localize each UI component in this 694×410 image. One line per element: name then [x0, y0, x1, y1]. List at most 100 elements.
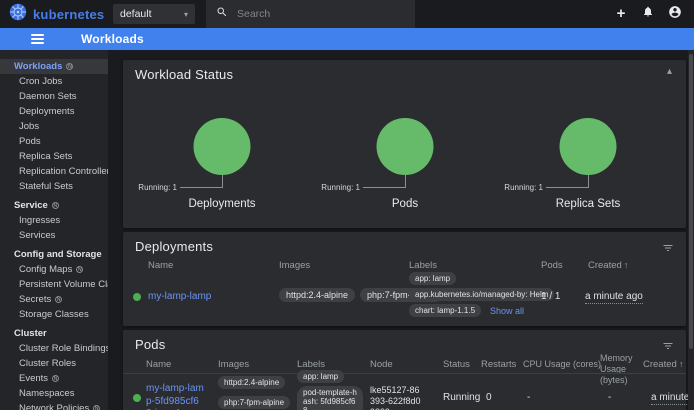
- namespace-value: default: [120, 8, 152, 20]
- kubernetes-wheel-icon: [9, 3, 27, 26]
- sidebar-item-daemon-sets[interactable]: Daemon Sets: [0, 89, 108, 104]
- sidebar-item-jobs[interactable]: Jobs: [0, 119, 108, 134]
- sidebar-item-storage-classes[interactable]: Storage Classes: [0, 307, 108, 322]
- replica-sets-running-circle[interactable]: [560, 118, 617, 175]
- sidebar-item-replica-sets[interactable]: Replica Sets: [0, 149, 108, 164]
- namespace-selector[interactable]: default ▾: [113, 4, 195, 24]
- sidebar-item-config-and-storage[interactable]: Config and Storage: [0, 247, 108, 262]
- sidebar-item-replication-controllers[interactable]: Replication Controllers: [0, 164, 108, 179]
- user-avatar-icon: [668, 5, 682, 24]
- menu-hamburger-icon[interactable]: [31, 34, 44, 44]
- sidebar-item-cluster-role-bindings[interactable]: Cluster Role Bindings: [0, 341, 108, 356]
- col-header-name[interactable]: Name: [148, 260, 173, 271]
- chart-title: Pods: [311, 198, 499, 210]
- workload-status-title: Workload Status: [135, 67, 233, 82]
- sort-asc-icon: ↑: [679, 359, 684, 369]
- pod-status: Running: [443, 392, 480, 403]
- kubernetes-logo[interactable]: kubernetes: [0, 3, 104, 26]
- page-scrollbar[interactable]: [688, 50, 694, 410]
- search-box[interactable]: [206, 0, 415, 28]
- filter-icon[interactable]: [662, 339, 674, 357]
- top-bar: kubernetes default ▾ +: [0, 0, 694, 28]
- col-header-cpu-usage[interactable]: CPU Usage (cores): [523, 359, 601, 369]
- sort-asc-icon: ↑: [624, 260, 629, 270]
- col-header-created[interactable]: Created↑: [643, 359, 683, 370]
- pod-cpu-usage: -: [527, 392, 530, 403]
- header-divider: [123, 373, 686, 374]
- sidebar-item-services[interactable]: Services: [0, 228, 108, 243]
- col-header-created[interactable]: Created↑: [588, 260, 628, 271]
- col-header-labels[interactable]: Labels: [409, 260, 437, 271]
- pods-card-title: Pods: [135, 337, 165, 352]
- label-chip: pod-template-hash: 5fd985cf68: [297, 386, 363, 410]
- chevron-down-icon: ▾: [184, 10, 188, 19]
- deployment-labels: app: lamp app.kubernetes.io/managed-by: …: [409, 272, 554, 317]
- label-chip: app: lamp: [297, 370, 344, 383]
- image-chip: httpd:2.4-alpine: [279, 288, 355, 302]
- col-header-name[interactable]: Name: [146, 359, 171, 370]
- sidebar-item-pods[interactable]: Pods: [0, 134, 108, 149]
- sidebar-item-cluster[interactable]: Cluster: [0, 326, 108, 341]
- pods-running-circle[interactable]: [377, 118, 434, 175]
- pods-card: Pods Name Images Labels Node Status Rest…: [123, 330, 686, 410]
- scrollbar-thumb[interactable]: [689, 54, 693, 349]
- sidebar-item-network-policies[interactable]: Network PoliciesN: [0, 401, 108, 410]
- running-count-label: Running: 1: [321, 183, 360, 192]
- filter-icon[interactable]: [662, 241, 674, 259]
- col-header-images[interactable]: Images: [279, 260, 310, 271]
- sidebar-item-cluster-roles[interactable]: Cluster Roles: [0, 356, 108, 371]
- sidebar-item-config-maps[interactable]: Config MapsN: [0, 262, 108, 277]
- main-content: Workload Status ▴ Running: 1 Deployments…: [108, 50, 694, 410]
- deployment-name-link[interactable]: my-lamp-lamp: [148, 291, 211, 302]
- col-header-labels[interactable]: Labels: [297, 359, 325, 370]
- bell-icon: [642, 5, 654, 23]
- sidebar-item-service[interactable]: ServiceN: [0, 198, 108, 213]
- deployments-card-title: Deployments: [135, 239, 213, 254]
- running-count-label: Running: 1: [504, 183, 543, 192]
- namespaced-icon: N: [66, 63, 73, 70]
- image-chip: httpd:2.4-alpine: [218, 376, 285, 389]
- col-header-pods[interactable]: Pods: [541, 260, 563, 271]
- namespaced-icon: N: [76, 266, 83, 273]
- chart-title: Replica Sets: [494, 198, 682, 210]
- pod-labels: app: lamp pod-template-hash: 5fd985cf68: [297, 370, 363, 410]
- topbar-actions: +: [613, 6, 694, 22]
- pods-ready-count: 1 / 1: [541, 291, 560, 302]
- sidebar-item-secrets[interactable]: SecretsN: [0, 292, 108, 307]
- sidebar-item-stateful-sets[interactable]: Stateful Sets: [0, 179, 108, 194]
- col-header-status[interactable]: Status: [443, 359, 470, 370]
- status-ok-dot: [133, 293, 141, 301]
- col-header-restarts[interactable]: Restarts: [481, 359, 516, 370]
- sidebar-item-persistent-volume-claims[interactable]: Persistent Volume ClaimsN: [0, 277, 108, 292]
- show-all-link[interactable]: Show all: [490, 306, 524, 316]
- sidebar-item-events[interactable]: EventsN: [0, 371, 108, 386]
- chart-title: Deployments: [128, 198, 316, 210]
- search-icon: [216, 5, 228, 23]
- status-ok-dot: [133, 394, 141, 402]
- deployments-running-circle[interactable]: [194, 118, 251, 175]
- namespaced-icon: N: [52, 202, 59, 209]
- sidebar-item-deployments[interactable]: Deployments: [0, 104, 108, 119]
- collapse-card-icon[interactable]: ▴: [667, 66, 672, 77]
- page-title: Workloads: [81, 32, 144, 46]
- sidebar-item-ingresses[interactable]: Ingresses: [0, 213, 108, 228]
- sidebar-item-workloads[interactable]: WorkloadsN: [0, 59, 108, 74]
- running-count-label: Running: 1: [138, 183, 177, 192]
- node-name: lke55127-86393-622f8d09399a: [370, 385, 424, 410]
- add-resource-button[interactable]: +: [613, 6, 629, 22]
- sidebar-item-cron-jobs[interactable]: Cron Jobs: [0, 74, 108, 89]
- kubernetes-dashboard: kubernetes default ▾ +: [0, 0, 694, 410]
- pod-name-link[interactable]: my-lamp-lamp-5fd985cf68-jwvz4: [146, 383, 204, 410]
- col-header-node[interactable]: Node: [370, 359, 393, 370]
- replica-sets-status-chart: Running: 1 Replica Sets: [494, 90, 682, 222]
- namespaced-icon: N: [55, 296, 62, 303]
- notifications-button[interactable]: [640, 6, 656, 22]
- image-chip: php:7-fpm-alpine: [218, 396, 290, 409]
- sidebar-item-namespaces[interactable]: Namespaces: [0, 386, 108, 401]
- workload-status-card: Workload Status ▴ Running: 1 Deployments…: [123, 60, 686, 228]
- user-profile-button[interactable]: [667, 6, 683, 22]
- namespaced-icon: N: [52, 375, 59, 382]
- brand-text: kubernetes: [33, 7, 104, 22]
- search-input[interactable]: [237, 8, 387, 20]
- col-header-images[interactable]: Images: [218, 359, 249, 370]
